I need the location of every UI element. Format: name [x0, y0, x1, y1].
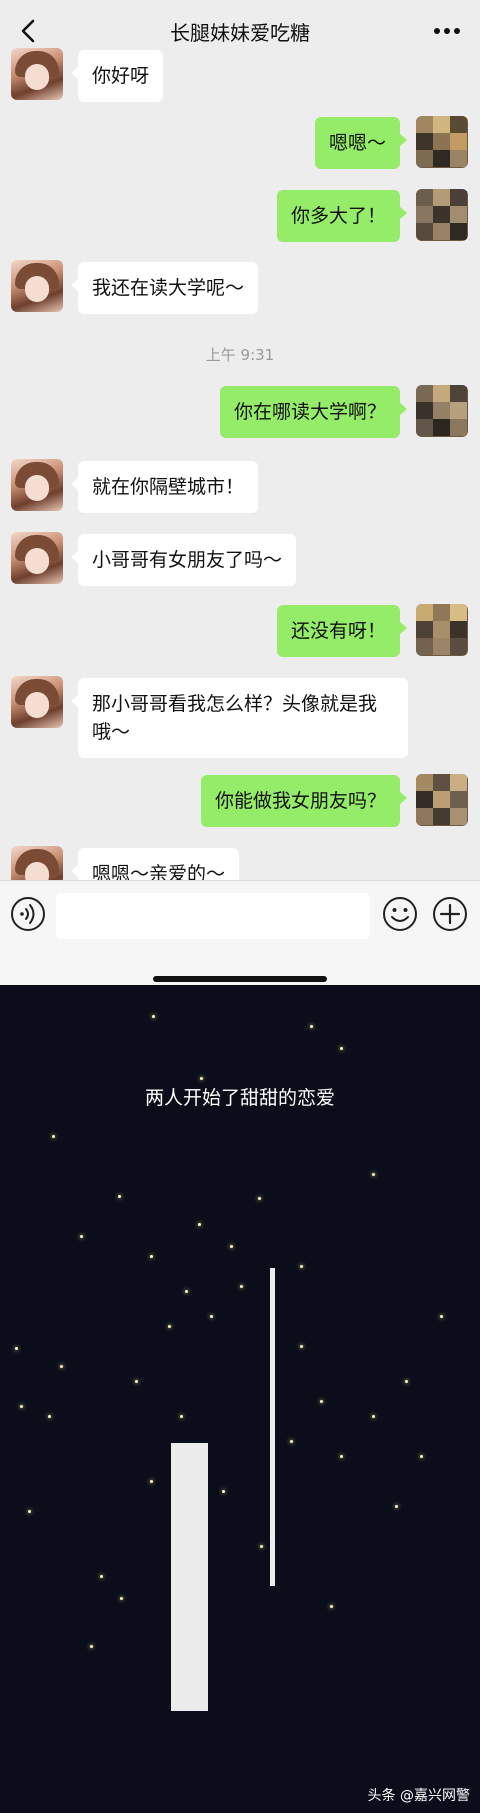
star [405, 1380, 408, 1383]
message-bubble-incoming: 那小哥哥看我怎么样？头像就是我哦～ [71, 678, 408, 758]
star [20, 1405, 23, 1408]
scene-caption: 两人开始了甜甜的恋爱 [144, 1087, 335, 1109]
star [290, 1440, 293, 1443]
message-bubble-incoming: 就在你隔壁城市！ [70, 461, 259, 513]
star [222, 1490, 225, 1493]
star [395, 1505, 398, 1508]
star [260, 1545, 263, 1548]
star [150, 1480, 153, 1483]
chat-input-bar [0, 880, 480, 985]
message-bubble-outgoing: 你在哪读大学啊？ [219, 386, 408, 438]
star [372, 1415, 375, 1418]
star [310, 1025, 313, 1028]
tall-light-bar [270, 1268, 275, 1586]
star [120, 1597, 123, 1600]
star [420, 1455, 423, 1458]
star [210, 1315, 213, 1318]
star [80, 1235, 83, 1238]
message-timestamp: 上午 9:31 [205, 346, 275, 364]
contact-avatar[interactable] [11, 459, 63, 511]
message-bubble-outgoing: 嗯嗯～ [314, 117, 408, 169]
chat-header: 长腿妹妹爱吃糖 [0, 0, 480, 62]
self-avatar[interactable] [416, 604, 468, 656]
star [60, 1365, 63, 1368]
star [152, 1015, 155, 1018]
star [230, 1245, 233, 1248]
contact-avatar[interactable] [11, 260, 63, 312]
message-bubble-outgoing: 你多大了！ [276, 190, 408, 242]
star [28, 1510, 31, 1513]
chat-screen: 长腿妹妹爱吃糖 你好呀 嗯嗯～ 你多大了！ 我还在读大学呢～ 上午 9:31 你… [0, 0, 480, 985]
star [118, 1195, 121, 1198]
contact-avatar[interactable] [11, 532, 63, 584]
star [372, 1173, 375, 1176]
self-avatar[interactable] [416, 116, 468, 168]
message-input[interactable] [56, 893, 370, 939]
star [340, 1047, 343, 1050]
star [200, 1077, 203, 1080]
message-bubble-incoming: 我还在读大学呢～ [70, 262, 259, 314]
contact-avatar[interactable] [11, 48, 63, 100]
star [300, 1265, 303, 1268]
emoji-icon[interactable] [381, 895, 419, 933]
star [330, 1605, 333, 1608]
star [198, 1223, 201, 1226]
watermark: 头条 @嘉兴网警 [367, 1788, 470, 1804]
star [258, 1197, 261, 1200]
plus-icon[interactable] [431, 895, 469, 933]
star [440, 1315, 443, 1318]
star [320, 1400, 323, 1403]
star [150, 1255, 153, 1258]
star [48, 1415, 51, 1418]
message-bubble-outgoing: 还没有呀！ [276, 605, 408, 657]
home-indicator [153, 976, 327, 982]
star [240, 1285, 243, 1288]
chat-title: 长腿妹妹爱吃糖 [170, 21, 310, 45]
self-avatar[interactable] [416, 189, 468, 241]
star [52, 1135, 55, 1138]
night-scene: 两人开始了甜甜的恋爱 头条 @嘉兴网警 [0, 985, 480, 1813]
message-bubble-outgoing: 你能做我女朋友吗？ [200, 775, 408, 827]
star [180, 1415, 183, 1418]
star [300, 1345, 303, 1348]
short-light-bar [171, 1443, 208, 1711]
contact-avatar[interactable] [11, 676, 63, 728]
star [135, 1380, 138, 1383]
self-avatar[interactable] [416, 385, 468, 437]
self-avatar[interactable] [416, 774, 468, 826]
message-bubble-incoming: 你好呀 [70, 50, 164, 102]
voice-icon[interactable] [9, 895, 47, 933]
star [185, 1290, 188, 1293]
star [15, 1347, 18, 1350]
star [168, 1325, 171, 1328]
more-icon[interactable] [432, 18, 462, 44]
star [100, 1575, 103, 1578]
star [340, 1455, 343, 1458]
star [90, 1645, 93, 1648]
message-bubble-incoming: 小哥哥有女朋友了吗～ [70, 534, 297, 586]
